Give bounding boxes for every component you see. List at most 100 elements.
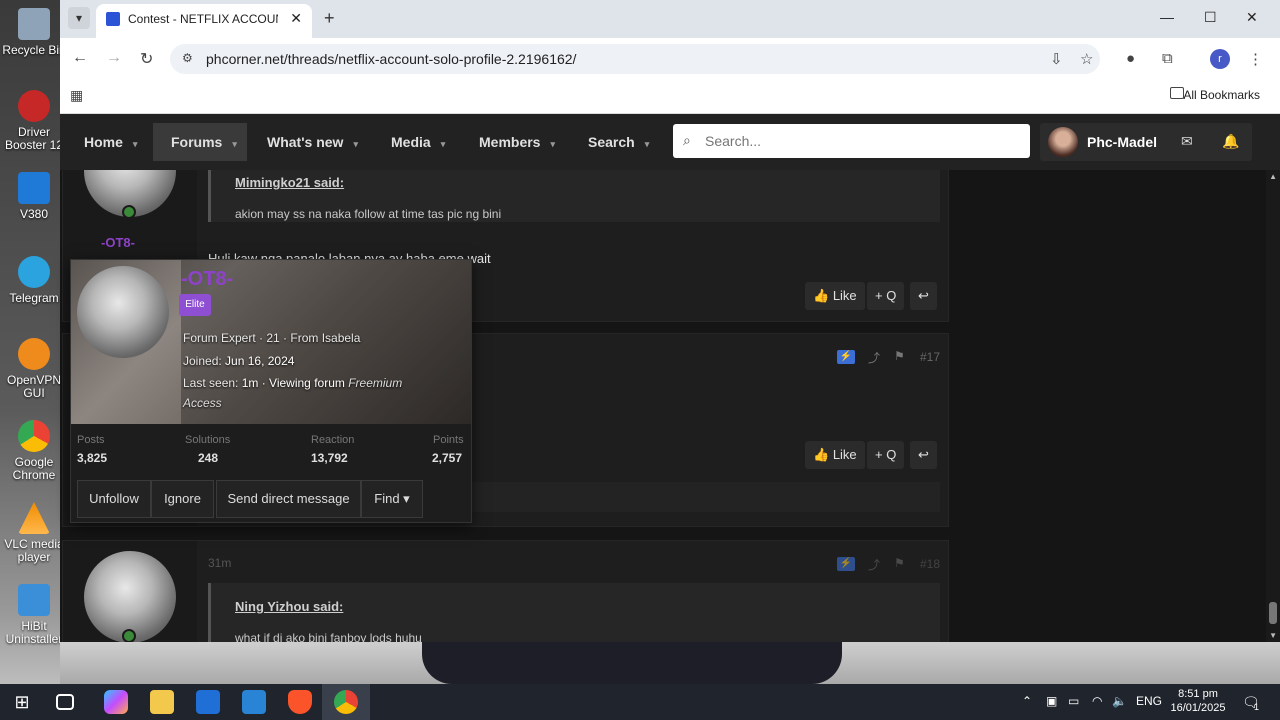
page-scrollbar[interactable]: ▲ ▼ <box>1266 170 1280 642</box>
mail-icon[interactable] <box>242 690 266 714</box>
user-avatar[interactable] <box>1048 127 1078 157</box>
share-icon[interactable]: ⤴ <box>868 349 880 366</box>
chevron-down-icon[interactable]: ▾ <box>645 139 650 149</box>
user-menu[interactable]: Phc-Madel ✉ 🔔 <box>1040 123 1252 161</box>
url-text: phcorner.net/threads/netflix-account-sol… <box>206 51 577 67</box>
clock-date: 16/01/2025 <box>1170 702 1226 714</box>
last-seen-location-link[interactable]: Freemium <box>348 376 402 390</box>
post-time[interactable]: 31m <box>208 556 231 570</box>
back-arrow-icon[interactable]: ← <box>72 49 88 67</box>
install-app-icon[interactable]: ⇩ <box>1050 50 1063 68</box>
desktop-icon-label: Google Chrome <box>12 455 56 482</box>
reply-arrow-icon[interactable]: ↩ <box>910 282 937 310</box>
active-tab[interactable]: Contest - NETFLIX ACCOUNT SO ✕ <box>96 4 312 38</box>
nav-members[interactable]: Members ▾ <box>479 114 555 170</box>
extensions-puzzle-icon[interactable]: ⧉ <box>1162 50 1173 67</box>
volume-icon[interactable]: 🔈 <box>1112 694 1127 708</box>
stat-posts[interactable]: Posts 3,825 <box>77 434 107 465</box>
nav-whats-new[interactable]: What's new ▾ <box>267 114 358 170</box>
post-number-link[interactable]: #17 <box>920 350 940 364</box>
new-tab-plus-icon[interactable]: + <box>324 8 335 29</box>
stat-reaction[interactable]: Reaction 13,792 <box>311 434 354 465</box>
window-close-icon[interactable]: ✕ <box>1246 9 1258 26</box>
nav-media[interactable]: Media ▾ <box>391 114 445 170</box>
task-view-icon[interactable] <box>56 694 74 710</box>
send-direct-message-button[interactable]: Send direct message <box>216 480 361 518</box>
like-button[interactable]: 👍 Like <box>805 282 865 310</box>
browser-menu-icon[interactable]: ⋮ <box>1248 50 1263 68</box>
search-input[interactable] <box>705 130 1005 152</box>
wifi-icon[interactable]: ◠ <box>1092 694 1102 708</box>
chevron-down-icon[interactable]: ▾ <box>550 139 555 149</box>
apps-grid-icon[interactable]: ▦ <box>70 87 83 104</box>
like-button[interactable]: 👍 Like <box>805 441 865 469</box>
nav-whats-new-label: What's new <box>267 134 344 150</box>
quote-author-link[interactable]: Mimingko21 said: <box>235 175 344 190</box>
omnibox[interactable]: ⚙ phcorner.net/threads/netflix-account-s… <box>170 44 1100 74</box>
scroll-up-arrow-icon[interactable]: ▲ <box>1269 172 1277 181</box>
member-avatar[interactable] <box>77 266 169 358</box>
unfollow-button[interactable]: Unfollow <box>77 480 151 518</box>
brave-browser-icon[interactable] <box>288 690 312 714</box>
bell-icon[interactable]: 🔔 <box>1222 133 1239 150</box>
system-clock[interactable]: 8:51 pm 16/01/2025 <box>1166 687 1230 715</box>
bookmark-icon[interactable]: ⚑ <box>894 556 905 570</box>
desktop-icon-v380[interactable]: V380 <box>2 172 66 221</box>
cookie-extension-icon[interactable]: ● <box>1126 50 1135 67</box>
scrollbar-thumb[interactable] <box>1269 602 1277 624</box>
desktop-icon-driver-booster[interactable]: Driver Booster 12 <box>2 90 66 152</box>
maximize-icon[interactable]: ☐ <box>1204 9 1217 26</box>
chevron-down-icon[interactable]: ▾ <box>441 139 446 149</box>
find-dropdown-button[interactable]: Find ▾ <box>361 480 423 518</box>
stat-points[interactable]: Points 2,757 <box>432 434 464 465</box>
tray-overflow-chevron-icon[interactable]: ⌃ <box>1022 694 1032 708</box>
quote-button[interactable]: + Q <box>867 282 905 310</box>
desktop-icon-hibit[interactable]: HiBit Uninstaller <box>2 584 66 646</box>
post-number-link[interactable]: #18 <box>920 557 940 571</box>
stat-solutions[interactable]: Solutions 248 <box>185 434 230 465</box>
site-info-icon[interactable]: ⚙ <box>182 51 198 65</box>
quote-button[interactable]: + Q <box>867 441 905 469</box>
desktop-icon-vlc[interactable]: VLC media player <box>2 502 66 564</box>
nav-search[interactable]: Search ▾ <box>588 114 649 170</box>
nav-forums[interactable]: Forums ▾ <box>153 123 247 161</box>
telegram-icon <box>18 256 50 288</box>
desktop-icon-recycle-bin[interactable]: Recycle Bin <box>2 8 66 57</box>
bookmark-star-icon[interactable]: ☆ <box>1080 50 1093 68</box>
forward-arrow-icon[interactable]: → <box>106 49 122 67</box>
language-indicator[interactable]: ENG <box>1136 694 1162 708</box>
scroll-down-arrow-icon[interactable]: ▼ <box>1269 631 1277 640</box>
chrome-taskbar-icon[interactable] <box>334 690 358 714</box>
nav-home[interactable]: Home ▾ <box>84 114 137 170</box>
file-explorer-icon[interactable] <box>150 690 174 714</box>
current-username[interactable]: Phc-Madel <box>1087 134 1157 150</box>
tab-search-chevron-icon[interactable]: ▾ <box>68 7 90 29</box>
tab-close-icon[interactable]: ✕ <box>290 10 302 27</box>
bookmark-icon[interactable]: ⚑ <box>894 349 905 363</box>
envelope-icon[interactable]: ✉ <box>1181 133 1193 150</box>
chevron-down-icon[interactable]: ▾ <box>353 139 358 149</box>
notification-count: 1 <box>1254 702 1260 712</box>
copilot-icon[interactable] <box>104 690 128 714</box>
desktop-icon-openvpn[interactable]: OpenVPN GUI <box>2 338 66 400</box>
all-bookmarks-link[interactable]: All Bookmarks <box>1183 88 1260 102</box>
battery-icon[interactable]: ▭ <box>1068 694 1079 708</box>
desktop-icon-telegram[interactable]: Telegram <box>2 256 66 305</box>
reload-icon[interactable]: ↻ <box>140 49 153 69</box>
share-icon[interactable]: ⤴ <box>868 556 880 573</box>
tray-app-icon[interactable]: ▣ <box>1046 694 1057 708</box>
chevron-down-icon[interactable]: ▾ <box>133 139 138 149</box>
chevron-down-icon[interactable]: ▾ <box>232 139 237 149</box>
microsoft-store-icon[interactable] <box>196 690 220 714</box>
member-username[interactable]: -OT8- <box>181 268 233 291</box>
last-seen-location-link-cont[interactable]: Access <box>183 396 222 410</box>
desktop-icon-google-chrome[interactable]: Google Chrome <box>2 420 66 482</box>
quote-author-link[interactable]: Ning Yizhou said: <box>235 599 343 614</box>
profile-avatar[interactable]: r <box>1210 49 1230 69</box>
minimize-icon[interactable]: — <box>1160 9 1174 25</box>
stat-value: 3,825 <box>77 451 108 465</box>
ignore-button[interactable]: Ignore <box>151 480 214 518</box>
reply-arrow-icon[interactable]: ↩ <box>910 441 937 469</box>
post-username[interactable]: -OT8- <box>101 235 135 250</box>
windows-start-icon[interactable]: ⊞ <box>10 690 34 714</box>
